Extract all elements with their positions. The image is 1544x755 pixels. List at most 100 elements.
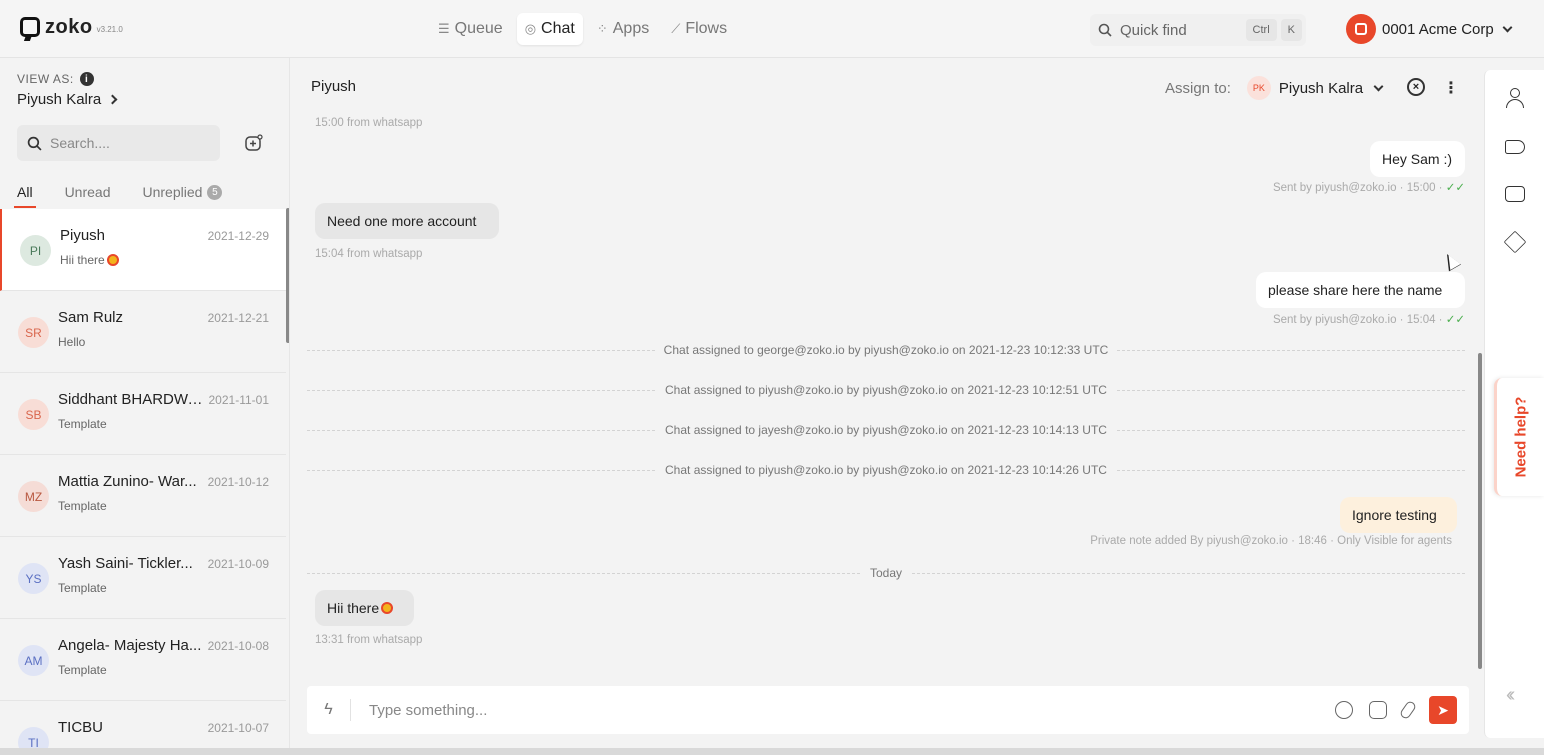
conversation-item[interactable]: AM Angela- Majesty Ha... 2021-10-08 Templat… (0, 619, 286, 701)
preview-text: Template (58, 499, 107, 513)
attachment-icon[interactable] (1398, 699, 1418, 721)
tab-all[interactable]: All (14, 178, 36, 208)
conversation-name: Mattia Zunino- War... (58, 473, 197, 490)
conversation-date: 2021-10-08 (207, 639, 269, 653)
info-icon[interactable]: i (79, 72, 94, 86)
need-help-button[interactable]: Need help? (1494, 378, 1544, 496)
date-divider: Today (307, 566, 1465, 580)
assign-dropdown[interactable]: Assign to: PK Piyush Kalra (1165, 76, 1384, 100)
new-chat-icon[interactable] (244, 133, 264, 153)
chat-bubble-icon (1355, 23, 1367, 35)
contact-avatar: AM (18, 645, 49, 676)
nav-apps[interactable]: ⁘ Apps (589, 13, 657, 45)
grinning-emoji-icon (106, 254, 119, 266)
preview-text: Hello (58, 335, 86, 349)
conversation-date: 2021-11-01 (208, 393, 270, 407)
message-sent-by: Sent by piyush@zoko.io · 15:00 · (1272, 182, 1443, 194)
conversation-item[interactable]: SB Siddhant BHARDWA... 2021-11-01 Template (0, 373, 286, 455)
zoko-logo-icon (20, 17, 40, 37)
system-event: Chat assigned to piyush@zoko.io by piyus… (307, 383, 1465, 397)
message-input[interactable] (369, 701, 1335, 719)
system-event-text: Chat assigned to george@zoko.io by piyus… (655, 343, 1117, 357)
conversation-name: Yash Saini- Tickler... (58, 555, 193, 572)
collapse-panel-icon[interactable]: ‹‹ (1506, 684, 1516, 707)
view-as-user-name: Piyush Kalra (17, 91, 102, 108)
conversation-item[interactable]: YS Yash Saini- Tickler... 2021-10-09 Templa… (0, 537, 286, 619)
quick-find[interactable]: Quick find Ctrl K (1090, 14, 1306, 46)
message-meta: 13:31 from whatsapp (315, 634, 423, 646)
conversation-date: 2021-10-12 (207, 475, 269, 489)
preview-text: Hii there (60, 253, 105, 267)
message-sent-by: Sent by piyush@zoko.io · 15:04 · (1272, 314, 1443, 326)
preview-text: Template (58, 663, 107, 677)
apps-grid-icon: ⁘ (596, 21, 608, 36)
view-as-text: VIEW AS: (17, 72, 74, 86)
assignee-avatar: PK (1246, 76, 1271, 100)
search-input[interactable] (50, 135, 200, 151)
shortcut-ctrl: Ctrl (1245, 19, 1277, 41)
assign-label: Assign to: (1165, 79, 1231, 97)
conversation-item[interactable]: MZ Mattia Zunino- War... 2021-10-12 Templat… (0, 455, 286, 537)
note-meta: Private note added By piyush@zoko.io · 1… (1090, 535, 1452, 547)
contact-profile-icon[interactable] (1505, 88, 1525, 108)
incoming-message: Hii there (315, 590, 414, 626)
nav-queue[interactable]: ☰ Queue (430, 13, 511, 45)
message-composer: ϟ ➤ (307, 686, 1469, 734)
tab-unreplied[interactable]: Unreplied 5 (142, 178, 223, 208)
conversation-preview: Hii there (60, 253, 119, 267)
sticker-icon[interactable] (1369, 701, 1387, 719)
message-text: please share here the name (1268, 282, 1443, 298)
shopping-bag-icon[interactable] (1505, 186, 1525, 202)
read-ticks-icon: ✓✓ (1445, 182, 1465, 194)
emoji-icon[interactable] (1335, 701, 1353, 719)
message-text: Hey Sam :) (1382, 151, 1453, 167)
nav-apps-label: Apps (612, 20, 650, 37)
conversation-item[interactable]: SR Sam Rulz 2021-12-21 Hello (0, 291, 286, 373)
nav-queue-label: Queue (454, 20, 503, 37)
view-as-label: VIEW AS: i (17, 72, 94, 86)
tag-icon[interactable] (1505, 140, 1525, 154)
contact-avatar: SR (18, 317, 49, 348)
tab-unread[interactable]: Unread (65, 178, 111, 208)
tab-unread-label: Unread (64, 184, 111, 200)
package-icon[interactable] (1503, 230, 1527, 254)
contact-name: Piyush (311, 78, 357, 95)
nav-chat[interactable]: ◎ Chat (516, 13, 583, 45)
contact-avatar: MZ (18, 481, 49, 512)
quick-reply-bolt-icon[interactable]: ϟ (307, 699, 351, 721)
nav-flows[interactable]: ⟋ Flows (663, 13, 735, 45)
system-event: Chat assigned to piyush@zoko.io by piyus… (307, 463, 1465, 477)
more-options-icon[interactable]: ⋮ (1443, 78, 1459, 98)
date-divider-text: Today (861, 566, 911, 580)
zoko-logo[interactable]: zoko v3.21.0 (20, 17, 123, 37)
thread-scrollbar[interactable] (1478, 353, 1482, 669)
grinning-emoji-icon (381, 602, 394, 614)
close-chat-icon[interactable]: × (1407, 78, 1425, 96)
conversation-date: 2021-12-21 (207, 311, 269, 325)
quick-find-label: Quick find (1120, 21, 1187, 39)
chevron-right-icon (107, 94, 118, 105)
account-switcher[interactable]: 0001 Acme Corp (1346, 14, 1513, 44)
message-thread: 15:00 from whatsapp Hey Sam :) Sent by p… (291, 116, 1484, 746)
conversation-name: Piyush (60, 227, 106, 244)
message-meta: Sent by piyush@zoko.io · 15:04 · ✓✓ (1273, 312, 1465, 326)
conversation-date: 2021-10-07 (207, 721, 269, 735)
conversation-item[interactable]: PI Piyush 2021-12-29 Hii there (0, 209, 286, 291)
contact-avatar: SB (18, 399, 49, 430)
logo-text: zoko (45, 16, 93, 38)
sidebar-scrollbar[interactable] (286, 208, 289, 343)
preview-text: Template (58, 417, 107, 431)
conversation-name: TICBU (58, 719, 103, 736)
unreplied-count-badge: 5 (207, 184, 223, 200)
send-button[interactable]: ➤ (1429, 696, 1457, 724)
view-as-user[interactable]: Piyush Kalra (17, 91, 118, 108)
system-event-text: Chat assigned to jayesh@zoko.io by piyus… (657, 423, 1115, 437)
nav-flows-label: Flows (685, 20, 728, 37)
chevron-down-icon (1373, 81, 1384, 91)
message-meta: Sent by piyush@zoko.io · 15:00 · ✓✓ (1273, 180, 1465, 194)
conversation-item[interactable]: TI TICBU 2021-10-07 (0, 701, 286, 755)
conversation-date: 2021-12-29 (207, 229, 269, 243)
contact-avatar: YS (18, 563, 49, 594)
preview-text: Template (58, 581, 107, 595)
nav-chat-label: Chat (541, 20, 575, 37)
